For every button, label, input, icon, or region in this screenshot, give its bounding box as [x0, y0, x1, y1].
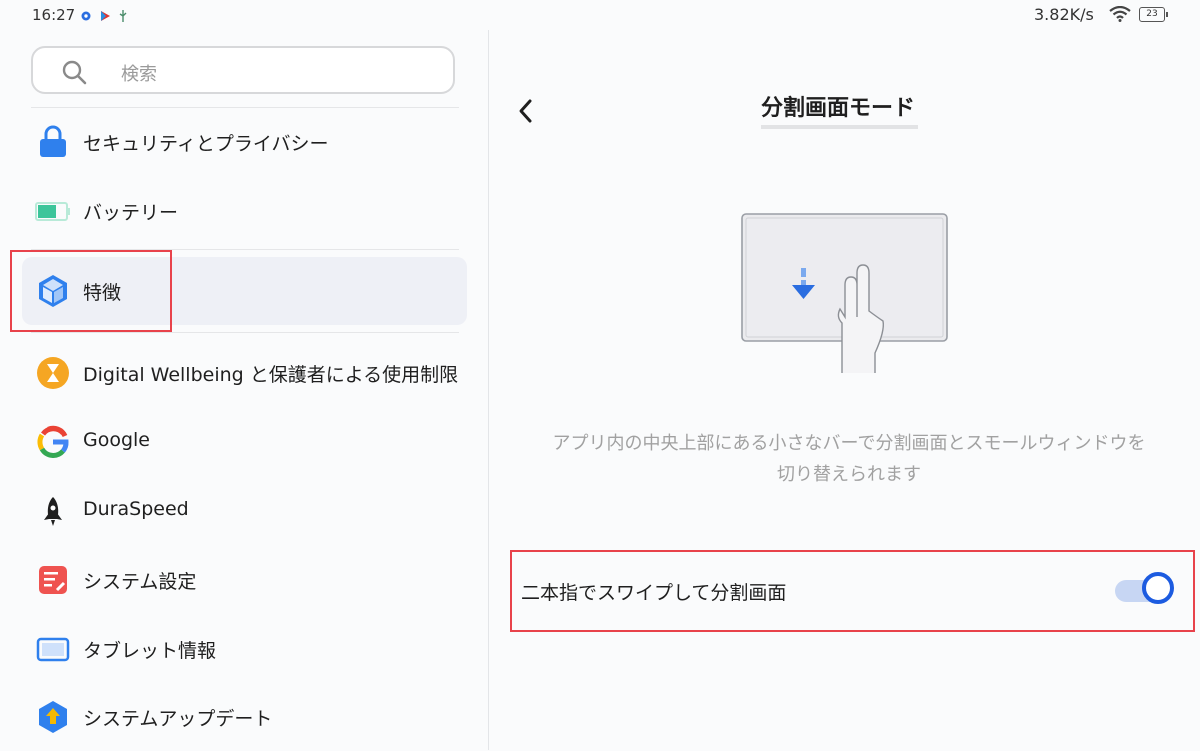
menu-item-system-update[interactable]: システムアップデート	[22, 683, 467, 751]
search-icon	[61, 59, 87, 89]
system-settings-icon	[35, 562, 71, 598]
back-arrow-icon	[519, 99, 532, 123]
title-underline	[761, 125, 918, 129]
menu-item-label: バッテリー	[83, 202, 179, 224]
play-store-icon	[99, 7, 111, 26]
status-bar: 16:27 3.82K/s 23	[0, 0, 1200, 30]
hourglass-icon	[35, 355, 71, 391]
tablet-icon	[35, 631, 71, 667]
menu-item-label: タブレット情報	[83, 640, 217, 662]
wifi-icon	[1109, 5, 1131, 26]
menu-item-system-settings[interactable]: システム設定	[22, 546, 467, 614]
google-icon	[35, 424, 71, 460]
detail-panel: 分割画面モード アプリ内の中央上部にある小さなバーで分割画面とスモールウィンドウ…	[489, 30, 1200, 750]
search-placeholder: 検索	[121, 64, 157, 85]
settings-list-panel: 検索 セキュリティとプライバシー バッテリー 特徴 Digital Wellbe…	[0, 30, 488, 750]
search-input[interactable]: 検索	[31, 46, 455, 94]
menu-item-tablet-info[interactable]: タブレット情報	[22, 615, 467, 683]
highlight-box	[10, 250, 172, 332]
settings-gear-icon	[80, 7, 92, 26]
menu-item-label: Digital Wellbeing と保護者による使用制限	[83, 364, 459, 386]
rocket-icon	[35, 493, 71, 529]
feature-description: アプリ内の中央上部にある小さなバーで分割画面とスモールウィンドウを切り替えられま…	[552, 433, 1146, 485]
network-speed: 3.82K/s	[1034, 5, 1094, 24]
status-time: 16:27	[32, 6, 76, 24]
menu-item-digital-wellbeing[interactable]: Digital Wellbeing と保護者による使用制限	[22, 339, 467, 407]
system-update-icon	[35, 699, 71, 735]
menu-item-duraspeed[interactable]: DuraSpeed	[22, 477, 467, 545]
menu-item-label: システムアップデート	[83, 708, 273, 730]
usb-debug-icon	[118, 7, 128, 26]
menu-item-label: セキュリティとプライバシー	[83, 133, 329, 155]
highlight-box	[510, 550, 1195, 632]
menu-item-label: システム設定	[83, 571, 197, 593]
battery-indicator: 23	[1139, 7, 1168, 22]
menu-item-security-privacy[interactable]: セキュリティとプライバシー	[22, 108, 467, 176]
back-button[interactable]	[511, 96, 541, 126]
menu-item-label: Google	[83, 429, 151, 451]
lock-icon	[35, 124, 71, 160]
menu-item-battery[interactable]: バッテリー	[22, 177, 467, 245]
split-screen-illustration	[741, 213, 949, 377]
divider	[31, 332, 459, 333]
battery-icon	[35, 193, 71, 229]
page-title: 分割画面モード	[761, 96, 916, 121]
menu-item-google[interactable]: Google	[22, 408, 467, 476]
menu-item-label: DuraSpeed	[83, 498, 189, 520]
